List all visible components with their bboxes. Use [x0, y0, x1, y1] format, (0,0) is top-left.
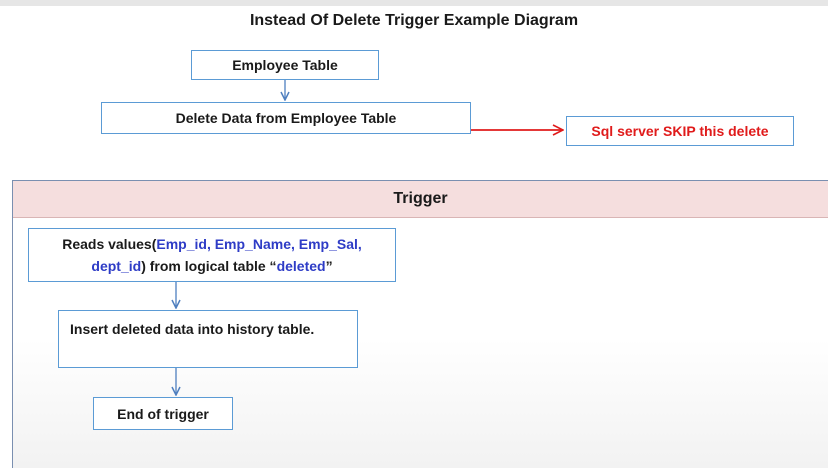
- reads-values-fields: Emp_id, Emp_Name, Emp_Sal,: [156, 236, 362, 252]
- top-bar: [0, 0, 828, 6]
- trigger-header-label: Trigger: [393, 190, 448, 207]
- employee-table-label: Employee Table: [232, 57, 338, 73]
- reads-values-field-last: dept_id: [91, 258, 142, 274]
- insert-history-box: Insert deleted data into history table.: [58, 310, 358, 368]
- reads-values-prefix: Reads values(: [62, 236, 157, 252]
- insert-history-label: Insert deleted data into history table.: [70, 321, 315, 337]
- skip-delete-box: Sql server SKIP this delete: [566, 116, 794, 146]
- reads-values-line-1: Reads values(Emp_id, Emp_Name, Emp_Sal,: [29, 233, 395, 255]
- trigger-header: Trigger: [13, 181, 828, 218]
- delete-data-box: Delete Data from Employee Table: [101, 102, 471, 134]
- employee-table-box: Employee Table: [191, 50, 379, 80]
- skip-delete-label: Sql server SKIP this delete: [591, 123, 769, 139]
- reads-values-line-2: dept_id) from logical table “deleted”: [29, 255, 395, 277]
- reads-values-middle: ) from logical table “: [141, 258, 277, 274]
- end-trigger-box: End of trigger: [93, 397, 233, 430]
- reads-values-box: Reads values(Emp_id, Emp_Name, Emp_Sal, …: [28, 228, 396, 282]
- delete-data-label: Delete Data from Employee Table: [175, 110, 397, 126]
- diagram-title: Instead Of Delete Trigger Example Diagra…: [249, 12, 579, 29]
- reads-values-suffix: ”: [325, 258, 333, 274]
- end-trigger-label: End of trigger: [117, 405, 209, 422]
- reads-values-table: deleted: [276, 258, 326, 274]
